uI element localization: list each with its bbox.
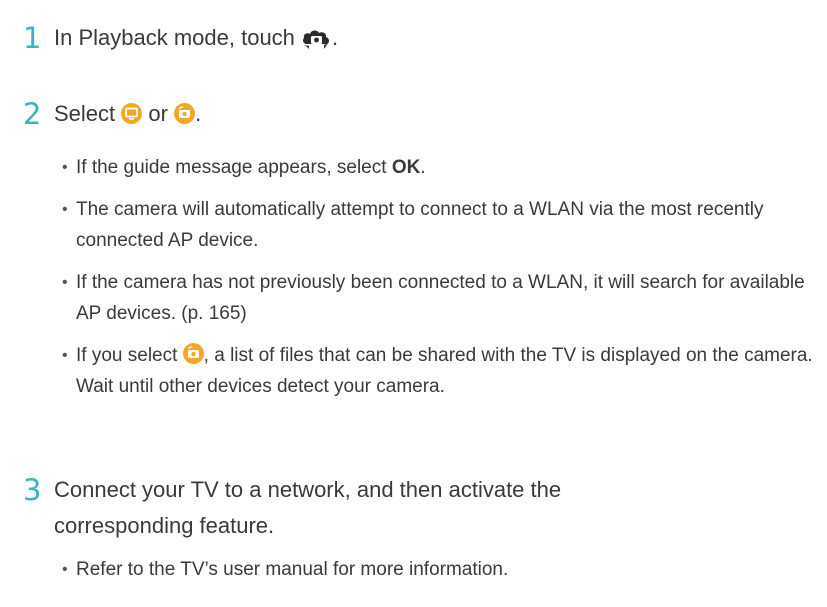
step-instruction: In Playback mode, touch . xyxy=(54,20,338,56)
list-item: If the guide message appears, select OK. xyxy=(62,152,827,183)
step-instruction: Select or . xyxy=(54,96,201,132)
step-text-after: . xyxy=(195,101,202,126)
list-item: The camera will automatically attempt to… xyxy=(62,194,827,256)
list-item: Refer to the TV’s user manual for more i… xyxy=(62,554,827,585)
tv-screen-icon xyxy=(121,102,143,124)
step-text-mid: or xyxy=(148,101,168,126)
step-text-after: . xyxy=(332,25,339,50)
share-camera-icon xyxy=(301,25,332,50)
step-text-before: Select xyxy=(54,101,116,126)
camera-share-icon xyxy=(182,343,204,365)
camera-share-icon xyxy=(174,102,196,124)
list-item: If the camera has not previously been co… xyxy=(62,267,827,329)
step-text-before: In Playback mode, touch xyxy=(54,25,295,50)
step-2-bullet-list: If the guide message appears, select OK.… xyxy=(62,152,827,402)
ok-option-label: OK xyxy=(391,157,421,178)
list-item: If you select , a list of files that can… xyxy=(62,340,827,402)
step-number: 1 xyxy=(23,21,42,55)
step-3-bullet-list: Refer to the TV’s user manual for more i… xyxy=(62,554,827,585)
step-number: 3 xyxy=(23,473,42,507)
step-instruction: Connect your TV to a network, and then a… xyxy=(54,477,562,538)
step-number: 2 xyxy=(23,97,42,131)
